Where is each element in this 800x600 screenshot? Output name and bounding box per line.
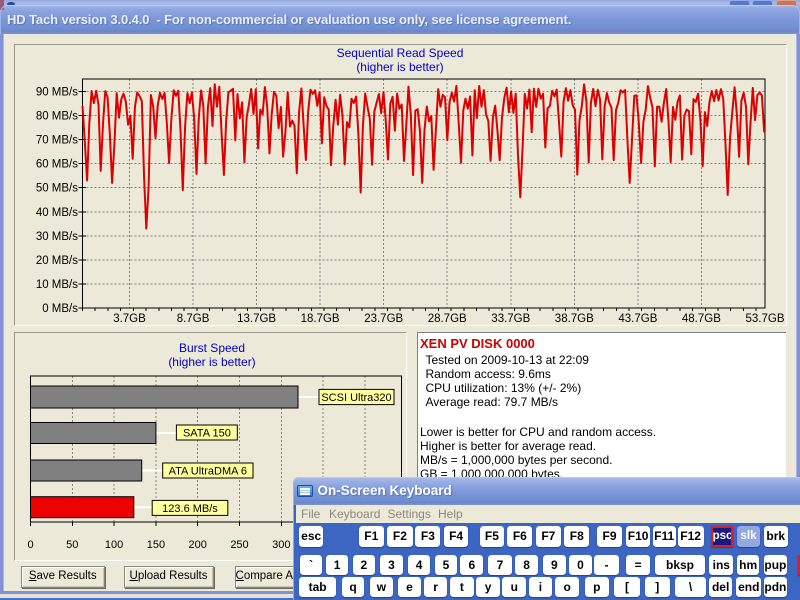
svg-text:SCSI Ultra320: SCSI Ultra320 — [321, 392, 391, 404]
svg-text:100: 100 — [105, 539, 123, 551]
svg-text:20 MB/s: 20 MB/s — [36, 255, 78, 267]
svg-text:0 MB/s: 0 MB/s — [42, 303, 78, 315]
svg-text:Sequential Read Speed: Sequential Read Speed — [337, 46, 464, 60]
svg-text:3.7GB: 3.7GB — [113, 313, 146, 325]
svg-text:28.7GB: 28.7GB — [428, 313, 467, 325]
svg-text:123.6 MB/s: 123.6 MB/s — [162, 503, 218, 515]
svg-text:Burst Speed: Burst Speed — [179, 341, 245, 355]
svg-text:10 MB/s: 10 MB/s — [36, 279, 78, 291]
svg-text:250: 250 — [230, 539, 248, 551]
svg-text:150: 150 — [147, 539, 165, 551]
svg-text:ATA UltraDMA 6: ATA UltraDMA 6 — [169, 466, 247, 478]
svg-text:(higher is better): (higher is better) — [168, 355, 255, 369]
svg-text:30 MB/s: 30 MB/s — [36, 231, 78, 243]
svg-text:50 MB/s: 50 MB/s — [36, 183, 78, 195]
svg-text:8.7GB: 8.7GB — [177, 313, 210, 325]
svg-text:50: 50 — [66, 539, 78, 551]
svg-text:0: 0 — [27, 539, 33, 551]
svg-text:300: 300 — [272, 539, 290, 551]
svg-text:60 MB/s: 60 MB/s — [36, 159, 78, 171]
svg-text:33.7GB: 33.7GB — [491, 313, 530, 325]
svg-text:90 MB/s: 90 MB/s — [36, 87, 78, 99]
svg-text:13.7GB: 13.7GB — [237, 313, 276, 325]
svg-text:80 MB/s: 80 MB/s — [36, 111, 78, 123]
svg-text:70 MB/s: 70 MB/s — [36, 135, 78, 147]
svg-text:(higher is better): (higher is better) — [356, 60, 443, 74]
svg-text:38.7GB: 38.7GB — [555, 313, 594, 325]
svg-text:53.7GB: 53.7GB — [746, 313, 785, 325]
svg-text:43.7GB: 43.7GB — [618, 313, 657, 325]
svg-text:200: 200 — [189, 539, 207, 551]
svg-text:40 MB/s: 40 MB/s — [36, 207, 78, 219]
svg-text:18.7GB: 18.7GB — [301, 313, 340, 325]
svg-text:48.7GB: 48.7GB — [682, 313, 721, 325]
svg-text:23.7GB: 23.7GB — [364, 313, 403, 325]
svg-text:SATA 150: SATA 150 — [183, 428, 231, 440]
